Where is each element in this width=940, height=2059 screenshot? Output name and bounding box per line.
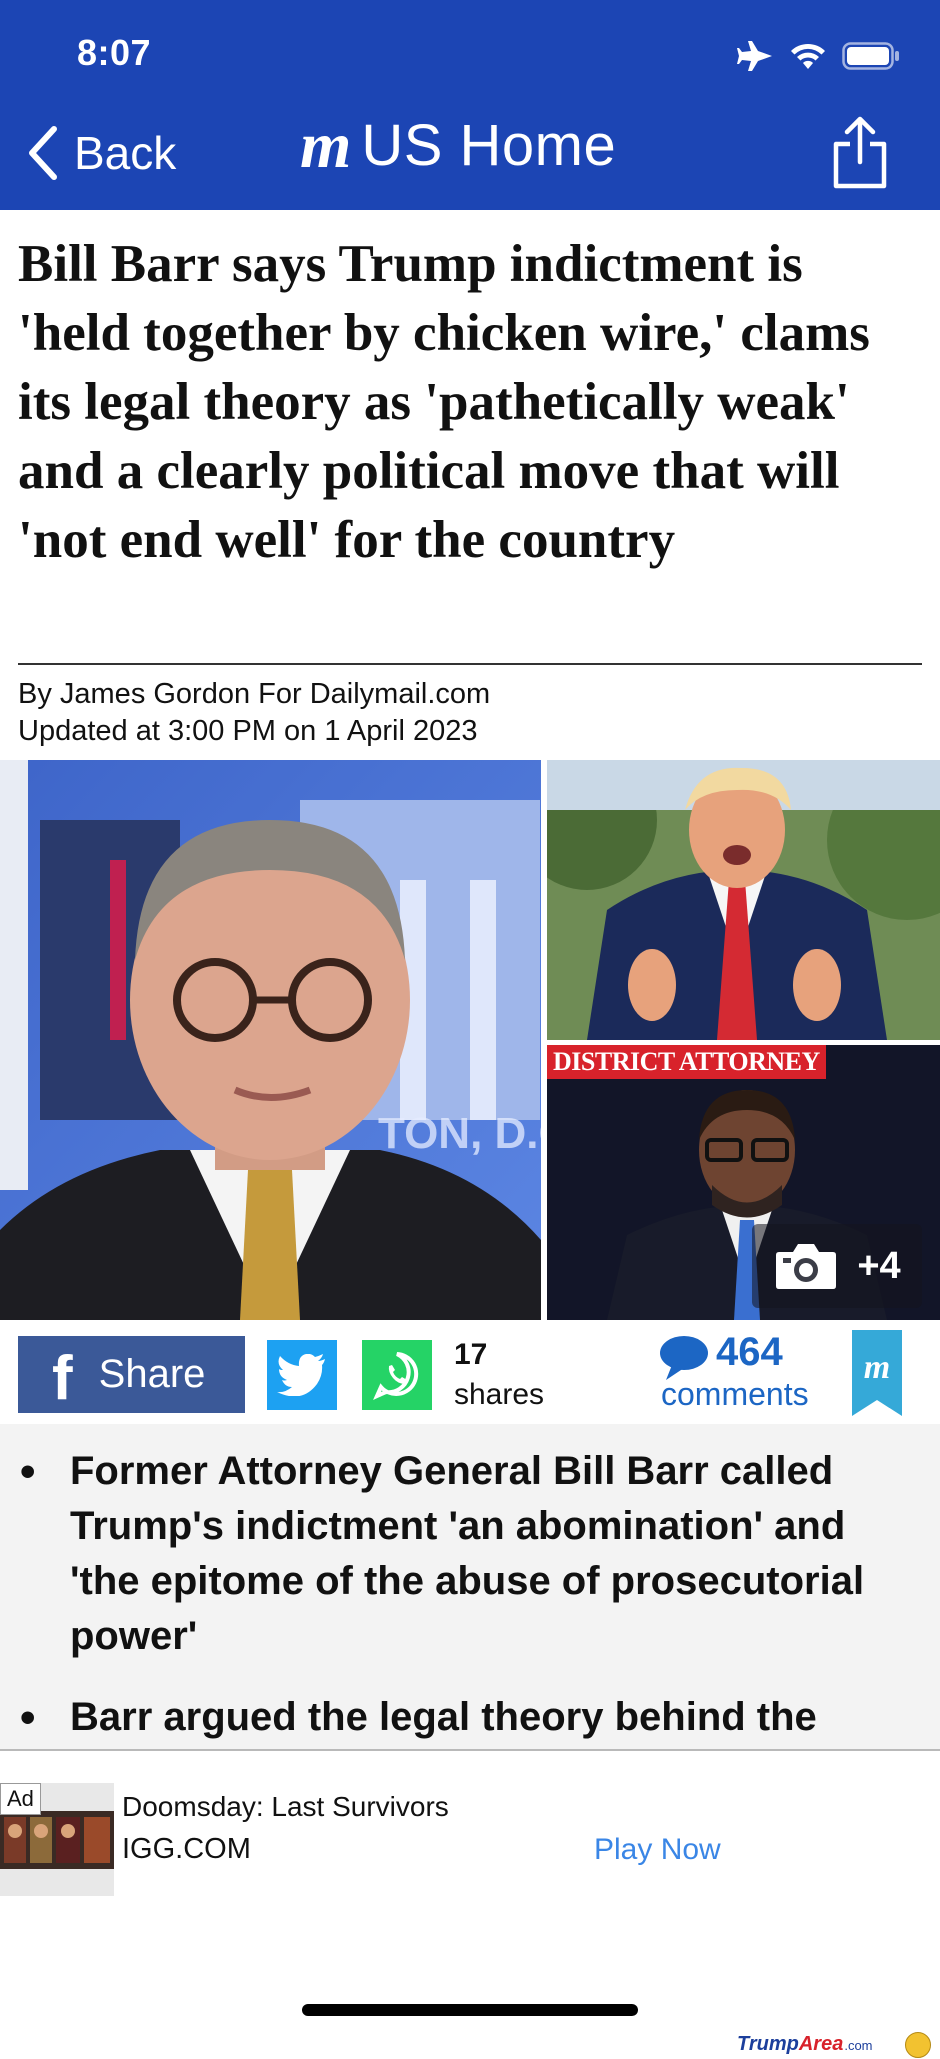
headline-divider — [18, 663, 922, 665]
facebook-icon: f — [52, 1343, 73, 1413]
shares-label: shares — [454, 1378, 545, 1411]
ad-banner[interactable]: Ad Doomsday: Last Survivors IGG.COM Play… — [0, 1783, 940, 1898]
updated-line: Updated at 3:00 PM on 1 April 2023 — [18, 715, 478, 747]
comments-link[interactable]: comments — [661, 1376, 809, 1413]
nav-title[interactable]: m US Home — [300, 112, 616, 179]
ad-domain: IGG.COM — [122, 1833, 251, 1865]
battery-icon — [842, 41, 900, 76]
photo-donald-trump[interactable] — [547, 760, 940, 1040]
share-icon[interactable] — [830, 116, 890, 195]
gallery-button[interactable]: +4 — [752, 1224, 922, 1308]
status-icons — [736, 38, 900, 78]
dailymail-bookmark-button[interactable]: m — [852, 1330, 902, 1421]
back-button[interactable]: Back — [26, 125, 176, 181]
article-summary-bullets: Former Attorney General Bill Barr called… — [0, 1424, 940, 1751]
watermark-brand-a: Trump — [737, 2033, 799, 2055]
chevron-left-icon — [29, 126, 57, 180]
nav-title-text: US Home — [361, 113, 617, 178]
facebook-share-label: Share — [98, 1352, 206, 1396]
tv-location-text: TON, D.C — [378, 1109, 541, 1158]
summary-bullet: Barr argued the legal theory behind the — [0, 1690, 940, 1745]
article-byline: By James Gordon For Dailymail.com Update… — [18, 676, 490, 750]
author-line: By James Gordon For Dailymail.com — [18, 678, 491, 710]
back-label: Back — [74, 127, 177, 179]
whatsapp-share-button[interactable] — [362, 1340, 432, 1410]
smiley-icon — [905, 2032, 931, 2058]
app-header: 8:07 Back m US Home — [0, 0, 940, 210]
dailymail-logo: m — [300, 108, 351, 182]
article-photo-collage[interactable]: TON, D.C — [0, 760, 940, 1320]
camera-icon — [776, 1244, 837, 1289]
ad-thumbnail[interactable]: Ad — [0, 1783, 114, 1896]
twitter-share-button[interactable] — [267, 1340, 337, 1410]
gallery-count: +4 — [857, 1244, 901, 1287]
ad-tag: Ad — [0, 1783, 41, 1815]
home-indicator[interactable] — [302, 2004, 638, 2016]
wifi-icon — [790, 41, 826, 76]
status-time: 8:07 — [77, 32, 152, 73]
article-headline: Bill Barr says Trump indictment is 'held… — [18, 235, 870, 569]
whatsapp-icon — [373, 1352, 419, 1400]
airplane-mode-icon — [736, 39, 774, 78]
photo-bill-barr[interactable]: TON, D.C — [0, 760, 541, 1320]
summary-bullet: Former Attorney General Bill Barr called… — [0, 1444, 940, 1664]
comments-count[interactable]: 464 — [716, 1330, 783, 1375]
district-attorney-label: DISTRICT ATTORNEY — [547, 1045, 826, 1079]
ad-play-now-button[interactable]: Play Now — [594, 1833, 721, 1867]
watermark-suffix: .com — [844, 2038, 873, 2053]
bookmark-logo: m — [864, 1349, 890, 1386]
facebook-share-button[interactable]: f Share — [18, 1336, 245, 1413]
shares-count: 17 — [454, 1338, 488, 1371]
ad-title[interactable]: Doomsday: Last Survivors — [122, 1791, 449, 1823]
share-bar: f Share 17 shares 464 comments m — [0, 1330, 940, 1420]
watermark-brand-b: Area — [798, 2033, 844, 2055]
twitter-icon — [277, 1354, 325, 1396]
watermark: Trump Area .com — [737, 2033, 873, 2056]
